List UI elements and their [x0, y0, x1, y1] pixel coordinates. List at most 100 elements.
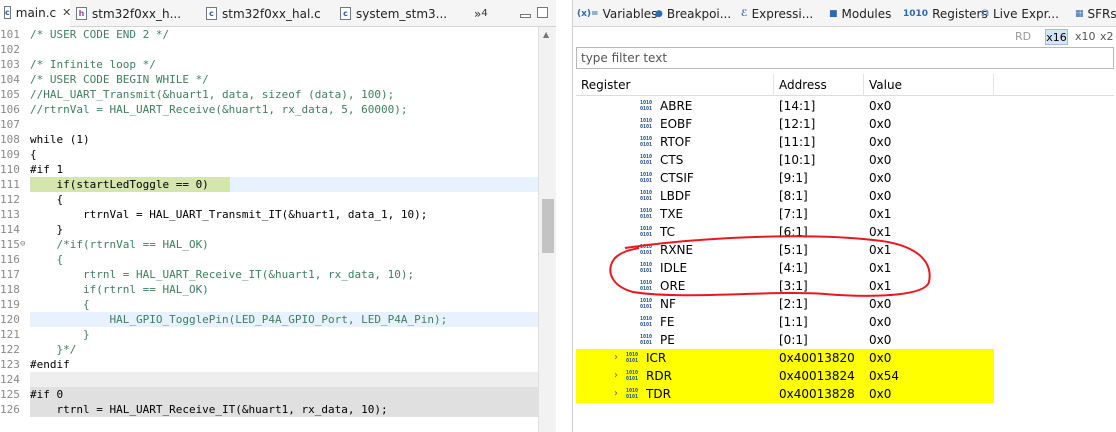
register-value[interactable]: 0x1 — [869, 277, 891, 295]
read-button[interactable]: RD — [1015, 29, 1031, 45]
register-value[interactable]: 0x0 — [869, 331, 891, 349]
fold-toggle-icon[interactable]: ⊖ — [20, 237, 25, 252]
code-text: /* USER CODE END 2 */ — [30, 28, 170, 41]
column-register[interactable]: Register — [576, 74, 774, 96]
column-address[interactable]: Address — [774, 74, 864, 96]
bitfield-row[interactable]: 1010 0101 IDLE [4:1] 0x1 — [576, 259, 994, 277]
minimize-button[interactable] — [520, 14, 531, 18]
tab-stm32f0xx-h[interactable]: h stm32f0xx_h... — [76, 0, 196, 27]
binary-format-button[interactable]: x2 — [1100, 29, 1114, 45]
bitfield-row[interactable]: 1010 0101 FE [1:1] 0x0 — [576, 313, 994, 331]
bitfield-row[interactable]: 1010 0101 CTSIF [9:1] 0x0 — [576, 169, 994, 187]
code-line[interactable]: 121 } — [0, 327, 538, 342]
column-value[interactable]: Value — [864, 74, 994, 96]
register-value[interactable]: 0x0 — [869, 97, 891, 115]
code-line[interactable]: 105 //HAL_UART_Transmit(&huart1, data, si… — [0, 87, 538, 102]
register-address: [10:1] — [779, 153, 816, 167]
tab-main-c[interactable]: c main.c ✕ — [0, 0, 71, 27]
editor-scrollbar[interactable]: ▲ — [538, 27, 556, 432]
register-value[interactable]: 0x0 — [869, 151, 891, 169]
hex-format-button[interactable]: x16 — [1045, 29, 1068, 45]
register-row[interactable]: › 1010 0101 TDR 0x40013828 0x0 — [576, 385, 994, 403]
bitfield-row[interactable]: 1010 0101 TC [6:1] 0x1 — [576, 223, 994, 241]
register-value[interactable]: 0x1 — [869, 259, 891, 277]
bitfield-icon: 1010 0101 — [640, 244, 653, 256]
bitfield-row[interactable]: 1010 0101 LBDF [8:1] 0x0 — [576, 187, 994, 205]
bitfield-row[interactable]: 1010 0101 TXE [7:1] 0x1 — [576, 205, 994, 223]
scrollbar-thumb[interactable] — [542, 199, 554, 253]
code-line[interactable]: 115 ⊖ /*if(rtrnVal == HAL_OK) — [0, 237, 538, 252]
tab-registers[interactable]: 1010 Registers — [903, 0, 988, 27]
register-value[interactable]: 0x0 — [869, 133, 891, 151]
code-line[interactable]: 110 #if 1 — [0, 162, 538, 177]
bitfield-row[interactable]: 1010 0101 RTOF [11:1] 0x0 — [576, 133, 994, 151]
tab-expressions[interactable]: ℰ Expressi... — [741, 0, 813, 27]
code-line[interactable]: 125 #if 0 — [0, 387, 538, 402]
code-line[interactable]: 114 } — [0, 222, 538, 237]
code-line[interactable]: 103 /* Infinite loop */ — [0, 57, 538, 72]
register-row[interactable]: › 1010 0101 RDR 0x40013824 0x54 — [576, 367, 994, 385]
code-line[interactable]: 101 /* USER CODE END 2 */ — [0, 27, 538, 42]
code-line[interactable]: 106 //rtrnVal = HAL_UART_Receive(&huart1,… — [0, 102, 538, 117]
code-line[interactable]: 111 if(startLedToggle == 0) — [0, 177, 538, 192]
filter-input[interactable]: type filter text — [576, 47, 1114, 69]
bitfield-row[interactable]: 1010 0101 CTS [10:1] 0x0 — [576, 151, 994, 169]
bitfield-icon: 1010 0101 — [640, 118, 653, 130]
maximize-button[interactable] — [537, 7, 548, 18]
code-line[interactable]: 119 { — [0, 297, 538, 312]
code-line[interactable]: 112 { — [0, 192, 538, 207]
code-line[interactable]: 124 — [0, 372, 538, 387]
register-row[interactable]: › 1010 0101 ICR 0x40013820 0x0 — [576, 349, 994, 367]
code-text: rtrnVal = HAL_UART_Transmit_IT(&huart1, … — [30, 208, 428, 221]
register-name: ICR — [646, 351, 667, 365]
tab-modules[interactable]: ■ Modules — [829, 0, 891, 27]
bitfield-row[interactable]: 1010 0101 EOBF [12:1] 0x0 — [576, 115, 994, 133]
register-value[interactable]: 0x0 — [869, 349, 891, 367]
register-value[interactable]: 0x0 — [869, 115, 891, 133]
bitfield-icon: 1010 0101 — [640, 190, 653, 202]
tab-stm32f0xx-hal-c[interactable]: c stm32f0xx_hal.c — [206, 0, 336, 27]
bitfield-row[interactable]: 1010 0101 RXNE [5:1] 0x1 — [576, 241, 994, 259]
expand-chevron-icon[interactable]: › — [614, 367, 618, 385]
code-line[interactable]: 108 while (1) — [0, 132, 538, 147]
code-area[interactable]: 101 /* USER CODE END 2 */ 102 103 /* Infinit… — [0, 27, 538, 432]
bitfield-row[interactable]: 1010 0101 ORE [3:1] 0x1 — [576, 277, 994, 295]
tab-sfrs[interactable]: ▦ SFRs — [1075, 0, 1116, 27]
expand-chevron-icon[interactable]: › — [614, 349, 618, 367]
register-value[interactable]: 0x1 — [869, 205, 891, 223]
tab-breakpoints[interactable]: ● Breakpoi... — [655, 0, 731, 27]
code-editor: c main.c ✕ h stm32f0xx_h... c stm32f0xx_… — [0, 0, 556, 432]
code-line[interactable]: 109 { — [0, 147, 538, 162]
register-value[interactable]: 0x0 — [869, 385, 891, 403]
code-line[interactable]: 123 #endif — [0, 357, 538, 372]
code-line[interactable]: 107 — [0, 117, 538, 132]
code-line[interactable]: 126 rtrnl = HAL_UART_Receive_IT(&huart1,… — [0, 402, 538, 417]
bitfield-row[interactable]: 1010 0101 ABRE [14:1] 0x0 — [576, 97, 994, 115]
code-line[interactable]: 104 /* USER CODE BEGIN WHILE */ — [0, 72, 538, 87]
code-line[interactable]: 118 if(rtrnl == HAL_OK) — [0, 282, 538, 297]
bitfield-row[interactable]: 1010 0101 PE [0:1] 0x0 — [576, 331, 994, 349]
scroll-up-icon[interactable]: ▲ — [543, 30, 549, 39]
tab-variables[interactable]: (x)= Variables — [577, 0, 657, 27]
tab-system-stm3[interactable]: c system_stm3... — [340, 0, 470, 27]
close-icon[interactable]: ✕ — [62, 6, 71, 19]
register-value[interactable]: 0x1 — [869, 241, 891, 259]
tab-live-expressions[interactable]: ☊ Live Expr... — [981, 0, 1059, 27]
register-value[interactable]: 0x1 — [869, 223, 891, 241]
code-line[interactable]: 116 { — [0, 252, 538, 267]
code-line[interactable]: 120 HAL_GPIO_TogglePin(LED_P4A_GPIO_Port… — [0, 312, 538, 327]
code-line[interactable]: 102 — [0, 42, 538, 57]
code-line[interactable]: 113 rtrnVal = HAL_UART_Transmit_IT(&huar… — [0, 207, 538, 222]
register-value[interactable]: 0x0 — [869, 295, 891, 313]
code-text: /* USER CODE BEGIN WHILE */ — [30, 73, 209, 86]
register-value[interactable]: 0x0 — [869, 187, 891, 205]
expand-chevron-icon[interactable]: › — [614, 385, 618, 403]
code-line[interactable]: 117 rtrnl = HAL_UART_Receive_IT(&huart1,… — [0, 267, 538, 282]
register-value[interactable]: 0x0 — [869, 169, 891, 187]
register-value[interactable]: 0x54 — [869, 367, 899, 385]
tab-overflow-button[interactable]: » 4 — [474, 0, 488, 27]
bitfield-row[interactable]: 1010 0101 NF [2:1] 0x0 — [576, 295, 994, 313]
code-line[interactable]: 122 }*/ — [0, 342, 538, 357]
register-value[interactable]: 0x0 — [869, 313, 891, 331]
decimal-format-button[interactable]: x10 — [1075, 29, 1096, 45]
